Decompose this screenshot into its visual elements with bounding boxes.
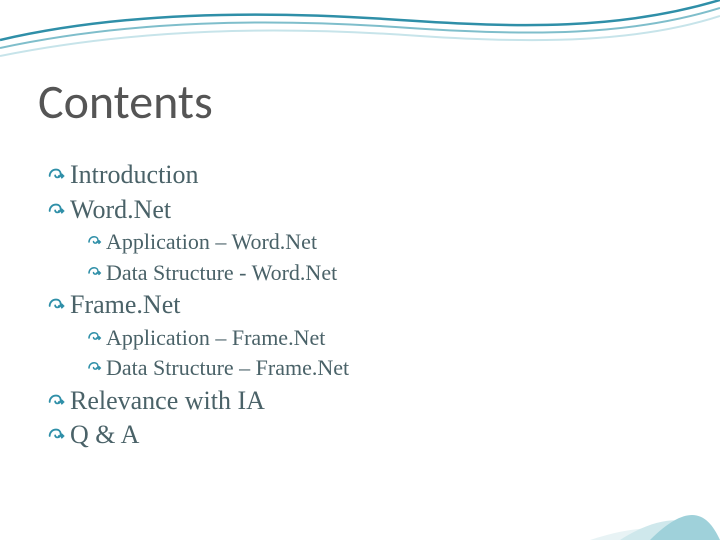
slide-title: Contents — [38, 72, 682, 131]
swirl-bullet-icon — [86, 259, 106, 282]
swirl-bullet-icon — [46, 159, 70, 187]
list-item: Application – Word.Net — [38, 228, 682, 257]
contents-list: Introduction Word.Net Application – Word… — [38, 159, 682, 452]
list-item: Word.Net — [38, 194, 682, 227]
list-item-label: Data Structure – Frame.Net — [106, 354, 349, 383]
swirl-bullet-icon — [86, 354, 106, 377]
list-item: Introduction — [38, 159, 682, 192]
list-item: Relevance with IA — [38, 385, 682, 418]
swirl-bullet-icon — [86, 324, 106, 347]
list-item: Data Structure - Word.Net — [38, 259, 682, 288]
list-item-label: Frame.Net — [70, 289, 180, 322]
list-item: Frame.Net — [38, 289, 682, 322]
list-item-label: Application – Word.Net — [106, 228, 317, 257]
swirl-bullet-icon — [46, 194, 70, 222]
list-item: Data Structure – Frame.Net — [38, 354, 682, 383]
list-item-label: Application – Frame.Net — [106, 324, 325, 353]
list-item-label: Word.Net — [70, 194, 171, 227]
list-item-label: Data Structure - Word.Net — [106, 259, 337, 288]
list-item-label: Q & A — [70, 419, 139, 452]
list-item: Q & A — [38, 419, 682, 452]
list-item-label: Introduction — [70, 159, 199, 192]
swirl-bullet-icon — [86, 228, 106, 251]
swirl-bullet-icon — [46, 419, 70, 447]
swirl-bullet-icon — [46, 289, 70, 317]
list-item-label: Relevance with IA — [70, 385, 265, 418]
slide-content: Contents Introduction Word.Net Applicati… — [0, 0, 720, 540]
swirl-bullet-icon — [46, 385, 70, 413]
list-item: Application – Frame.Net — [38, 324, 682, 353]
